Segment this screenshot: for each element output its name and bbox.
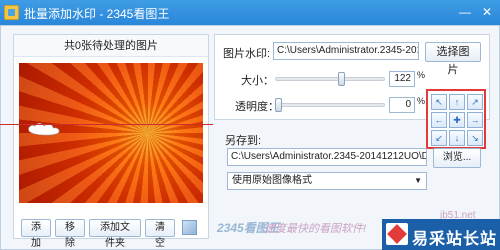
preview-image xyxy=(19,63,203,203)
save-path-input[interactable]: C:\Users\Administrator.2345-20141212UO\D… xyxy=(227,148,427,166)
opacity-slider-handle[interactable] xyxy=(275,98,282,112)
position-top-right-button[interactable]: ↗ xyxy=(467,94,483,110)
image-view-icon[interactable] xyxy=(182,220,197,235)
chevron-down-icon: ▼ xyxy=(414,176,422,185)
size-slider-handle[interactable] xyxy=(337,72,345,86)
size-value-box[interactable]: 122 xyxy=(389,71,415,87)
opacity-slider-track[interactable] xyxy=(275,103,385,107)
image-list-panel: 共0张待处理的图片 xyxy=(13,34,209,239)
size-slider-track[interactable] xyxy=(275,77,385,81)
remove-button[interactable]: 移除 xyxy=(55,219,85,249)
image-count-title: 共0张待处理的图片 xyxy=(14,35,208,57)
save-to-label: 另存到: xyxy=(225,135,262,147)
select-image-button[interactable]: 选择图片 xyxy=(425,42,481,76)
red-annotation-line xyxy=(0,124,213,125)
position-top-left-button[interactable]: ↖ xyxy=(431,94,447,110)
slogan-text: 速度最快的看图软件! xyxy=(264,223,367,235)
dialog-body: 共0张待处理的图片 添加 移除 添加文件夹 清空 图片水印: C:\Users\… xyxy=(0,25,500,250)
clear-button[interactable]: 清空 xyxy=(145,219,175,249)
add-button[interactable]: 添加 xyxy=(21,219,51,249)
image-watermark-label: 图片水印: xyxy=(223,48,271,60)
close-button[interactable]: ✕ xyxy=(476,2,498,22)
watermark-image-path[interactable]: C:\Users\Administrator.2345-2014 xyxy=(273,42,419,60)
minimize-button[interactable]: — xyxy=(454,2,476,22)
size-label: 大小： xyxy=(241,75,274,87)
app-icon xyxy=(4,5,19,20)
opacity-label: 透明度： xyxy=(235,101,279,113)
position-top-center-button[interactable]: ↑ xyxy=(449,94,465,110)
site-logo-icon xyxy=(386,223,408,245)
format-selected-value: 使用原始图像格式 xyxy=(232,175,312,186)
window-title: 批量添加水印 - 2345看图王 xyxy=(24,7,170,21)
size-percent-unit: % xyxy=(417,70,426,80)
add-folder-button[interactable]: 添加文件夹 xyxy=(89,219,141,249)
format-select[interactable]: 使用原始图像格式 ▼ xyxy=(227,172,427,190)
site-badge: 易采站长站 xyxy=(382,219,500,250)
opacity-value-box[interactable]: 0 xyxy=(389,97,415,113)
browse-button[interactable]: 浏览... xyxy=(433,148,481,168)
site-name: 易采站长站 xyxy=(412,231,498,248)
opacity-percent-unit: % xyxy=(417,96,426,106)
title-bar: 批量添加水印 - 2345看图王 — ✕ xyxy=(0,0,500,25)
